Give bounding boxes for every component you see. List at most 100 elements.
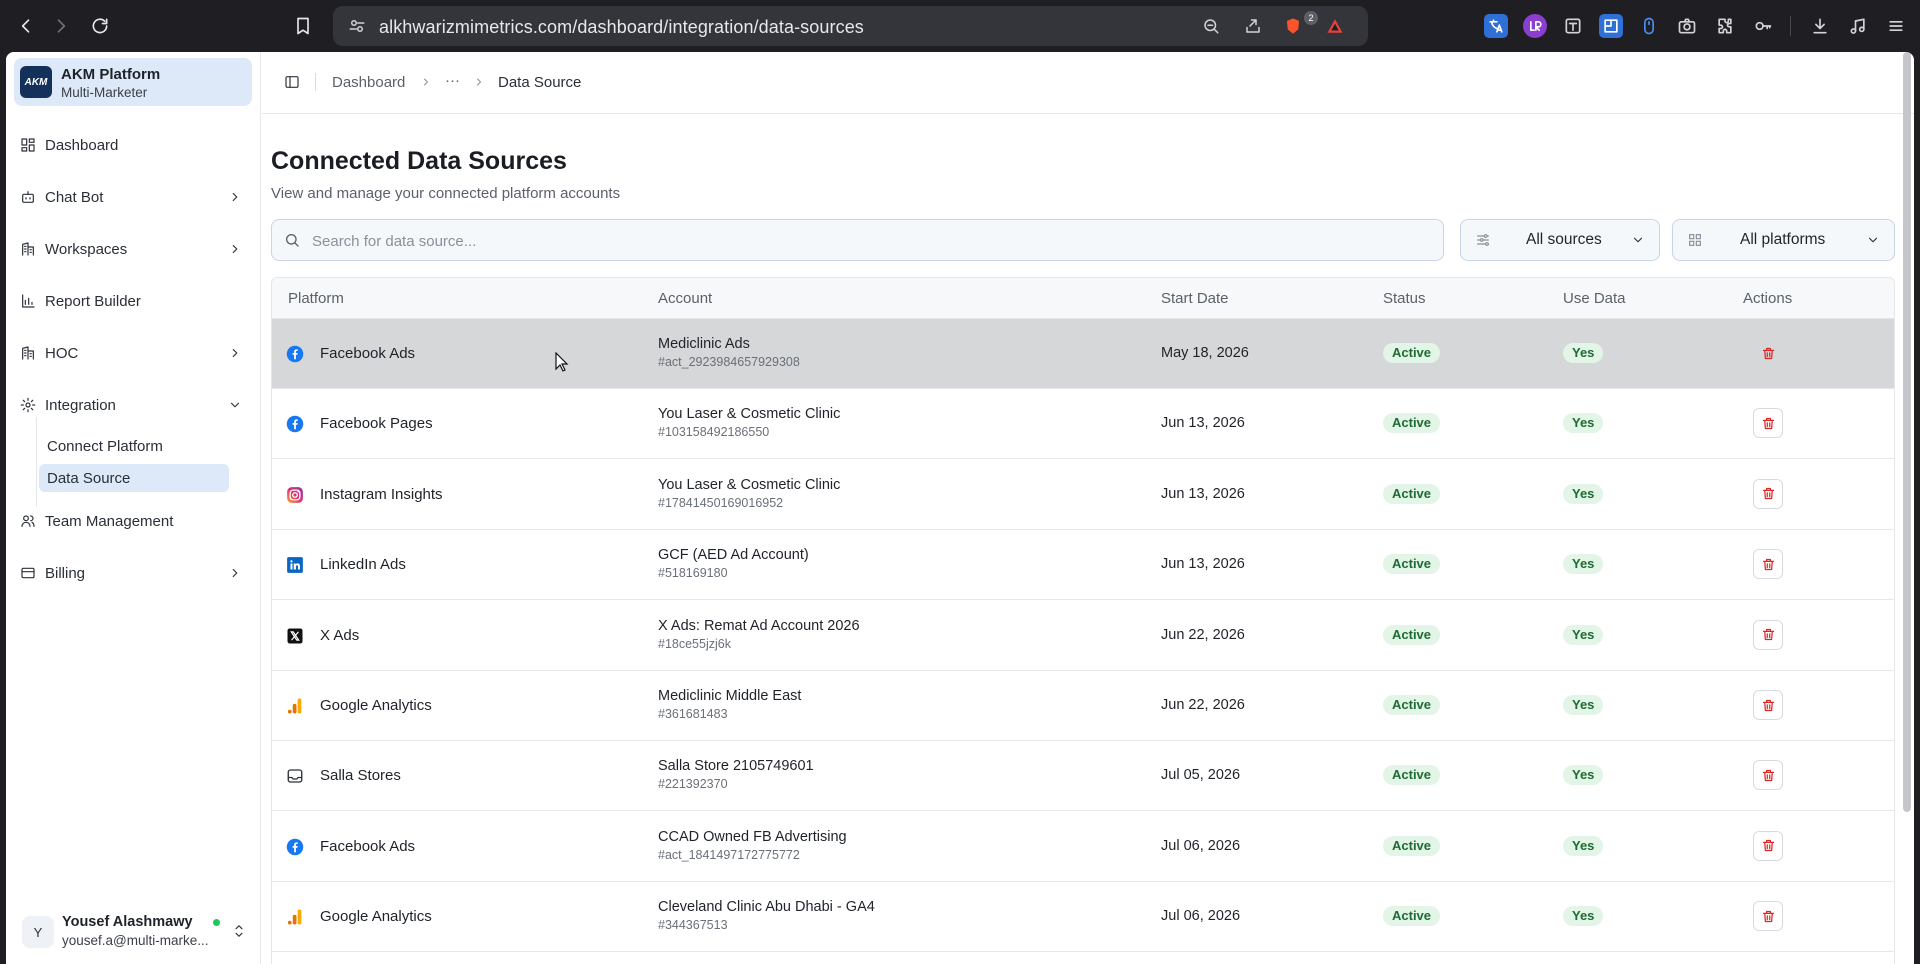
instagram-icon bbox=[286, 486, 304, 504]
brave-shield-icon[interactable] bbox=[1283, 16, 1303, 36]
platform-name: Google Analytics bbox=[320, 908, 432, 926]
site-settings-icon[interactable] bbox=[347, 16, 367, 36]
table-row[interactable]: Facebook Pages You Laser & Cosmetic Clini… bbox=[272, 389, 1894, 460]
table-row[interactable]: Facebook Ads CCAD Owned FB Advertising #ac… bbox=[272, 811, 1894, 882]
extensions-puzzle-icon[interactable] bbox=[1713, 14, 1737, 38]
account-name: You Laser & Cosmetic Clinic bbox=[658, 476, 841, 493]
lr-extension-icon[interactable] bbox=[1523, 14, 1547, 38]
avatar: Y bbox=[22, 916, 54, 948]
platform-name: LinkedIn Ads bbox=[320, 556, 406, 574]
page-title: Connected Data Sources bbox=[271, 147, 567, 175]
window-extension-icon[interactable] bbox=[1599, 14, 1623, 38]
table-row[interactable]: Google Analytics Cleveland Clinic Abu Dha… bbox=[272, 882, 1894, 953]
x-icon bbox=[286, 627, 304, 645]
delete-button[interactable] bbox=[1753, 549, 1783, 580]
platforms-filter-select[interactable]: All platforms bbox=[1672, 219, 1895, 261]
zoom-out-icon[interactable] bbox=[1201, 16, 1221, 36]
use-data-badge: Yes bbox=[1563, 906, 1604, 927]
translate-extension-icon[interactable] bbox=[1484, 14, 1508, 38]
trash-icon bbox=[1761, 416, 1776, 431]
trash-icon bbox=[1761, 909, 1776, 924]
address-bar[interactable]: alkhwarizmimetrics.com/dashboard/integra… bbox=[333, 6, 1368, 46]
breadcrumb-dashboard[interactable]: Dashboard bbox=[332, 74, 405, 91]
chevrons-up-down-icon bbox=[232, 922, 248, 940]
brand-switcher[interactable]: AKM AKM Platform Multi-Marketer bbox=[14, 58, 252, 106]
back-button[interactable] bbox=[12, 12, 40, 40]
sources-filter-value: All sources bbox=[1526, 231, 1602, 248]
search-box bbox=[271, 219, 1444, 261]
start-date: Jun 22, 2026 bbox=[1161, 697, 1245, 713]
table-row[interactable]: Instagram Insights You Laser & Cosmetic C… bbox=[272, 459, 1894, 530]
forward-button[interactable] bbox=[47, 12, 75, 40]
column-header-status[interactable]: Status bbox=[1383, 290, 1426, 307]
sidebar-item-integration[interactable]: Integration bbox=[14, 388, 252, 424]
sidebar-item-report-builder[interactable]: Report Builder bbox=[14, 284, 252, 320]
table-row[interactable]: Google Analytics Mediclinic Middle East #3… bbox=[272, 671, 1894, 741]
brave-rewards-icon[interactable] bbox=[1325, 16, 1345, 36]
account-name: CCAD Owned FB Advertising bbox=[658, 828, 847, 845]
user-menu[interactable]: Y Yousef Alashmawy yousef.a@multi-marke.… bbox=[14, 908, 252, 956]
sidebar-subitem-connect-platform[interactable]: Connect Platform bbox=[39, 432, 229, 460]
share-icon[interactable] bbox=[1243, 16, 1263, 36]
delete-button[interactable] bbox=[1753, 478, 1783, 509]
breadcrumb-current: Data Source bbox=[498, 74, 582, 91]
delete-button[interactable] bbox=[1753, 830, 1783, 861]
table-row[interactable]: LinkedIn Ads GCF (AED Ad Account) #5181691… bbox=[272, 530, 1894, 601]
start-date: Jun 22, 2026 bbox=[1161, 626, 1245, 643]
sidebar-subitem-data-source[interactable]: Data Source bbox=[39, 464, 229, 492]
chevron-right-icon bbox=[228, 190, 244, 206]
delete-button[interactable] bbox=[1753, 338, 1783, 368]
sidebar-item-team-management[interactable]: Team Management bbox=[14, 504, 252, 540]
facebook-icon bbox=[286, 838, 304, 856]
sidebar-item-workspaces[interactable]: Workspaces bbox=[14, 232, 252, 268]
table-row[interactable]: Facebook Ads Mediclinic Ads #act_292398465… bbox=[272, 319, 1894, 389]
table-row[interactable]: X Ads X Ads: Remat Ad Account 2026 #18ce55… bbox=[272, 600, 1894, 671]
mouse-extension-icon[interactable] bbox=[1637, 14, 1661, 38]
search-input[interactable] bbox=[312, 229, 1412, 253]
delete-button[interactable] bbox=[1753, 690, 1783, 720]
column-header-platform[interactable]: Platform bbox=[288, 290, 344, 307]
media-music-icon[interactable] bbox=[1846, 14, 1870, 38]
breadcrumb-ellipsis[interactable]: ··· bbox=[445, 72, 460, 89]
account-id: #18ce55jzj6k bbox=[658, 636, 731, 651]
bookmark-button[interactable] bbox=[289, 12, 317, 40]
sidebar-item-label: HOC bbox=[45, 345, 79, 362]
camera-extension-icon[interactable] bbox=[1675, 14, 1699, 38]
account-name: Cleveland Clinic Abu Dhabi - GA4 bbox=[658, 899, 875, 916]
use-data-badge: Yes bbox=[1563, 835, 1604, 856]
sidebar-item-dashboard[interactable]: Dashboard bbox=[14, 128, 252, 164]
chevron-down-icon bbox=[1631, 233, 1647, 249]
delete-button[interactable] bbox=[1753, 619, 1783, 650]
reader-extension-icon[interactable] bbox=[1561, 14, 1585, 38]
downloads-icon[interactable] bbox=[1808, 14, 1832, 38]
browser-menu-icon[interactable] bbox=[1884, 14, 1908, 38]
start-date: Jul 05, 2026 bbox=[1161, 767, 1241, 784]
brave-shield-count: 2 bbox=[1304, 11, 1318, 25]
delete-button[interactable] bbox=[1753, 760, 1783, 791]
column-header-use-data[interactable]: Use Data bbox=[1563, 290, 1626, 307]
url-text[interactable]: alkhwarizmimetrics.com/dashboard/integra… bbox=[379, 17, 864, 38]
delete-button[interactable] bbox=[1753, 408, 1783, 439]
table-row[interactable]: Salla Stores Salla Store 2105749601 #22139… bbox=[272, 741, 1894, 812]
password-key-icon[interactable] bbox=[1751, 14, 1775, 38]
delete-button[interactable] bbox=[1753, 901, 1783, 932]
chevron-right-icon bbox=[228, 566, 244, 582]
sidebar-toggle-icon[interactable] bbox=[284, 74, 302, 92]
page-scrollbar[interactable] bbox=[1903, 52, 1911, 812]
sidebar-item-hoc[interactable]: HOC bbox=[14, 336, 252, 372]
sidebar-item-chat-bot[interactable]: Chat Bot bbox=[14, 180, 252, 216]
use-data-badge: Yes bbox=[1563, 483, 1604, 504]
reload-button[interactable] bbox=[86, 12, 114, 40]
account-id: #344367513 bbox=[658, 918, 728, 933]
column-header-account[interactable]: Account bbox=[658, 290, 712, 307]
account-id: #act_1841497172775772 bbox=[658, 847, 800, 862]
chevron-right-icon bbox=[473, 75, 487, 89]
status-badge: Active bbox=[1383, 554, 1441, 575]
sidebar-item-billing[interactable]: Billing bbox=[14, 556, 252, 592]
subnav-guide-line bbox=[36, 417, 37, 507]
sources-filter-select[interactable]: All sources bbox=[1460, 219, 1660, 261]
status-badge: Active bbox=[1383, 624, 1441, 645]
table-header: Platform Account Start Date Status Use D… bbox=[272, 278, 1894, 319]
column-header-start-date[interactable]: Start Date bbox=[1161, 290, 1229, 307]
trash-icon bbox=[1761, 698, 1776, 713]
